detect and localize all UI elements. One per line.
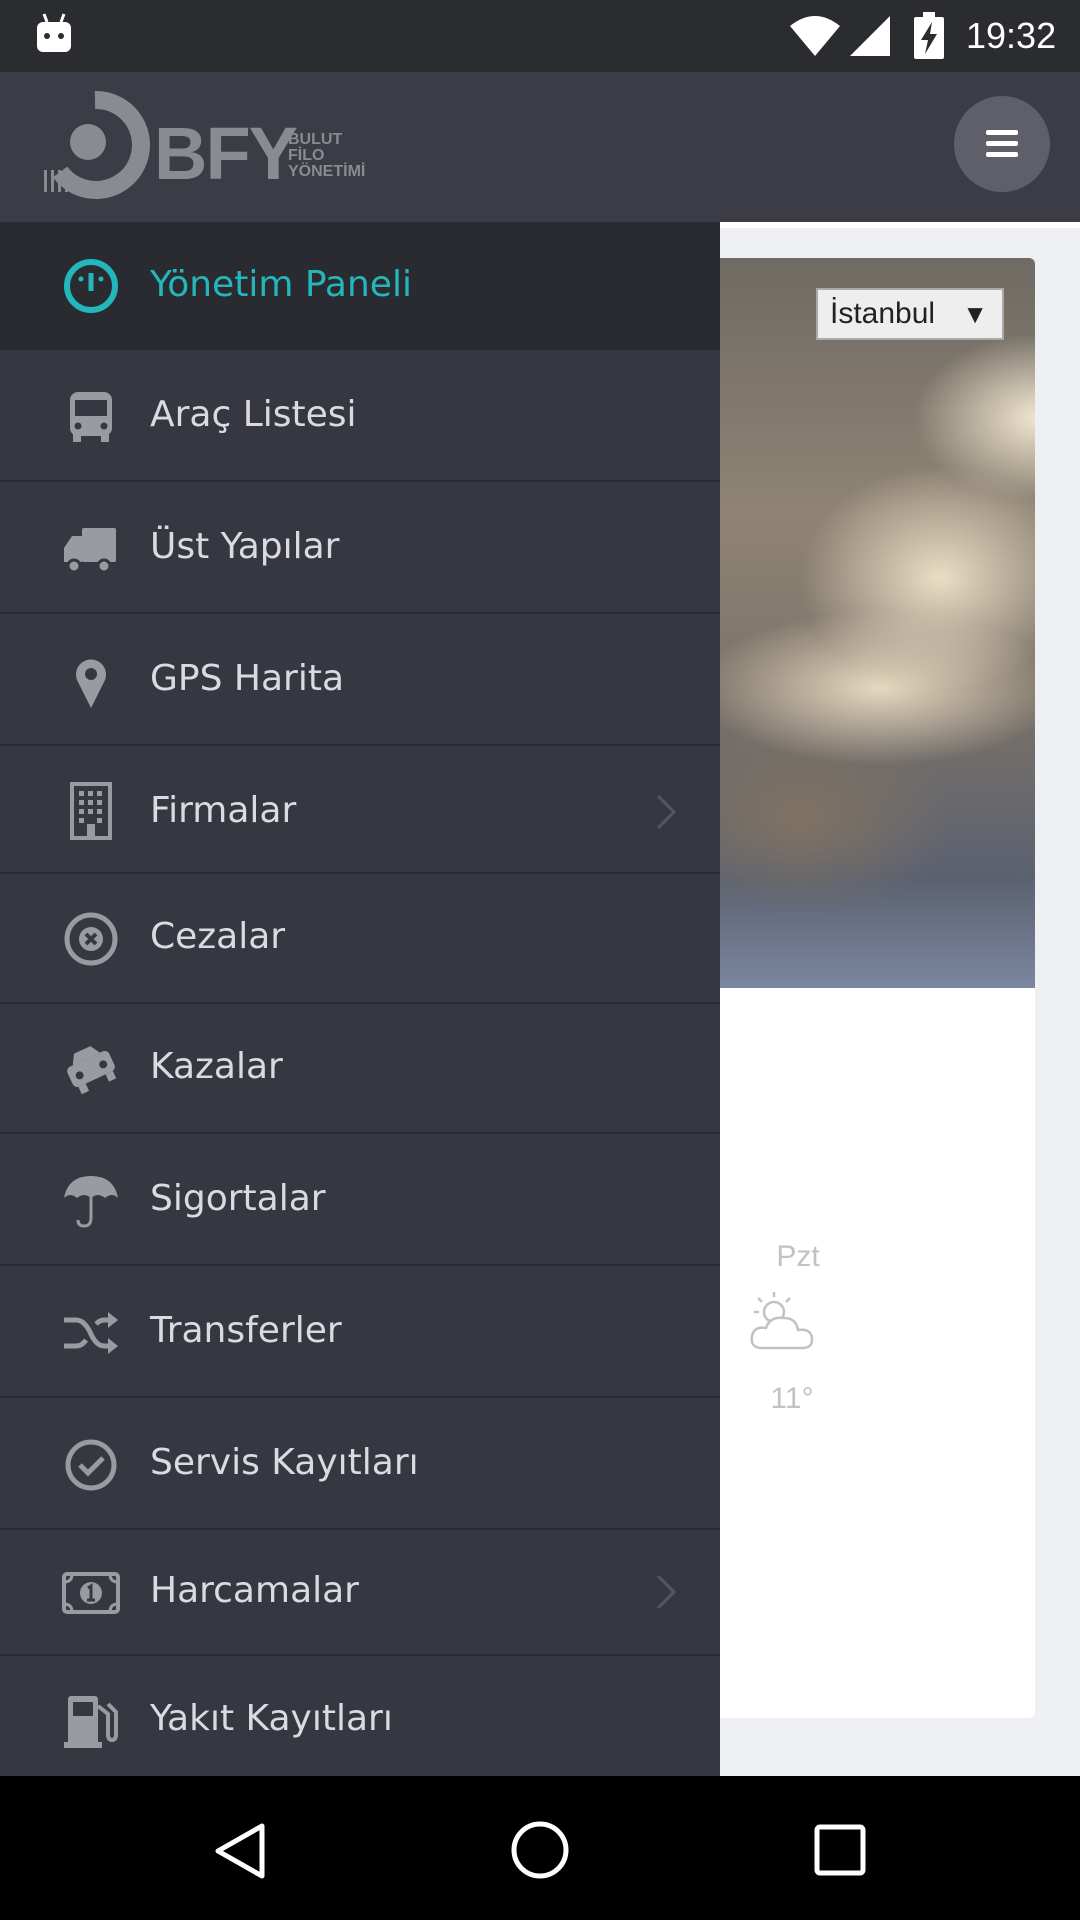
drawer-item-harcamalar[interactable]: Harcamalar <box>0 1530 720 1656</box>
fuel-pump-icon <box>64 1696 118 1748</box>
navigation-drawer: Yönetim Paneli Araç Listesi Üst Yapılar … <box>0 222 720 1776</box>
back-icon[interactable] <box>212 1822 268 1880</box>
logo-text: BFY <box>154 112 298 195</box>
bfy-logo-mark-icon <box>44 90 150 199</box>
home-icon[interactable] <box>510 1820 570 1880</box>
app-header: BFY BULUT FİLO YÖNETİMİ <box>0 72 1080 222</box>
status-clock: 19:32 <box>966 15 1057 56</box>
wifi-icon <box>790 16 840 56</box>
drawer-item-arac-listesi[interactable]: Araç Listesi <box>0 350 720 482</box>
drawer-item-yonetim-paneli[interactable]: Yönetim Paneli <box>0 222 720 350</box>
circle-x-icon <box>64 912 118 966</box>
recents-icon[interactable] <box>814 1824 866 1876</box>
car-crash-icon <box>67 1046 117 1095</box>
drawer-item-label: Yönetim Paneli <box>150 264 412 305</box>
chevron-right-icon <box>656 794 677 830</box>
shuffle-icon <box>64 1312 118 1354</box>
logo-subtitle-line: BULUT <box>288 131 343 148</box>
drawer-item-kazalar[interactable]: Kazalar <box>0 1004 720 1134</box>
battery-charging-icon <box>914 12 944 59</box>
forecast-day: Pzt <box>776 1240 820 1273</box>
drawer-item-yakit-kayitlari[interactable]: Yakıt Kayıtları <box>0 1656 720 1776</box>
city-select-value: İstanbul <box>830 297 936 330</box>
drawer-item-label: Araç Listesi <box>150 394 357 435</box>
menu-icon <box>986 130 1018 135</box>
logo-subtitle-line: YÖNETİMİ <box>288 163 366 180</box>
drawer-item-cezalar[interactable]: Cezalar <box>0 874 720 1004</box>
bfy-logo[interactable]: BFY BULUT FİLO YÖNETİMİ <box>40 90 380 202</box>
drawer-item-label: Harcamalar <box>150 1570 359 1611</box>
truck-icon <box>64 528 116 574</box>
umbrella-icon <box>64 1176 118 1228</box>
logo-subtitle-line: FİLO <box>288 147 325 164</box>
dropdown-arrow-icon: ▼ <box>962 299 988 329</box>
android-debug-icon <box>37 13 71 52</box>
signal-icon <box>850 16 890 56</box>
check-circle-icon <box>65 1439 117 1491</box>
drawer-item-transferler[interactable]: Transferler <box>0 1266 720 1398</box>
drawer-item-label: GPS Harita <box>150 658 345 699</box>
partly-cloudy-icon <box>750 1292 814 1350</box>
drawer-item-label: Sigortalar <box>150 1178 326 1219</box>
bus-icon <box>70 392 112 442</box>
system-navigation-bar <box>0 1776 1080 1920</box>
drawer-item-label: Üst Yapılar <box>150 526 340 567</box>
drawer-item-firmalar[interactable]: Firmalar <box>0 746 720 874</box>
drawer-item-label: Yakıt Kayıtları <box>150 1698 393 1739</box>
building-icon <box>70 782 112 840</box>
map-marker-icon <box>76 659 106 708</box>
menu-icon <box>986 141 1018 146</box>
drawer-item-label: Transferler <box>150 1310 342 1351</box>
money-icon <box>62 1572 120 1614</box>
menu-icon <box>986 152 1018 157</box>
chevron-right-icon <box>656 1574 677 1610</box>
drawer-item-sigortalar[interactable]: Sigortalar <box>0 1134 720 1266</box>
drawer-item-label: Kazalar <box>150 1046 283 1087</box>
drawer-item-ust-yapilar[interactable]: Üst Yapılar <box>0 482 720 614</box>
drawer-item-servis-kayitlari[interactable]: Servis Kayıtları <box>0 1398 720 1530</box>
drawer-item-gps-harita[interactable]: GPS Harita <box>0 614 720 746</box>
city-select[interactable]: İstanbul ▼ <box>816 288 1004 340</box>
logo-subtitle: BULUT FİLO YÖNETİMİ <box>288 132 388 180</box>
status-bar: 19:32 <box>0 0 1080 72</box>
hamburger-menu-button[interactable] <box>954 96 1050 192</box>
dashboard-icon <box>64 259 118 313</box>
drawer-item-label: Cezalar <box>150 916 286 957</box>
drawer-item-label: Firmalar <box>150 790 297 831</box>
forecast-temperature: 11° <box>770 1382 814 1415</box>
drawer-item-label: Servis Kayıtları <box>150 1442 419 1483</box>
